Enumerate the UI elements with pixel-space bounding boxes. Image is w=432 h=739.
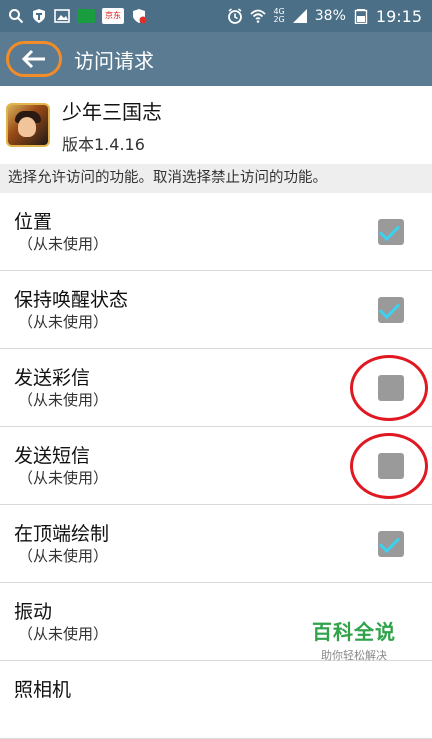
permission-row-keep-awake[interactable]: 保持唤醒状态 （从未使用） <box>0 271 432 349</box>
permission-usage: （从未使用） <box>18 625 109 643</box>
wifi-icon <box>250 8 267 24</box>
watermark-title: 百科全说 <box>312 620 396 644</box>
app-version: 版本1.4.16 <box>62 134 145 154</box>
page-title: 访问请求 <box>74 48 154 73</box>
network-type-indicator: 4G 2G <box>273 8 284 24</box>
permission-usage: （从未使用） <box>18 235 109 253</box>
permission-row-send-sms[interactable]: 发送短信 （从未使用） <box>0 427 432 505</box>
back-button[interactable] <box>6 41 62 77</box>
permission-row-camera[interactable]: 照相机 <box>0 661 432 739</box>
status-system-icons: 4G 2G 38% 19:15 <box>227 7 422 26</box>
permission-title: 照相机 <box>14 679 72 701</box>
back-arrow-icon <box>21 49 45 69</box>
watermark: 百科全说 助你轻松解决 <box>312 616 396 663</box>
image-icon <box>54 8 70 24</box>
shield-icon <box>31 8 47 24</box>
permission-usage: （从未使用） <box>18 469 109 487</box>
check-icon <box>378 531 401 554</box>
app-header: 少年三国志 版本1.4.16 <box>0 86 432 164</box>
battery-percent: 38% <box>314 8 346 24</box>
check-icon <box>378 297 401 320</box>
permission-title: 在顶端绘制 <box>14 523 110 545</box>
app-info: 少年三国志 版本1.4.16 <box>62 96 162 155</box>
alarm-icon <box>227 8 243 24</box>
status-bar: 京东 4G 2G 38% 19:15 <box>0 0 432 32</box>
clock-time: 19:15 <box>375 6 422 26</box>
app-name: 少年三国志 <box>62 99 162 124</box>
permission-row-send-mms[interactable]: 发送彩信 （从未使用） <box>0 349 432 427</box>
permission-title: 振动 <box>14 601 53 623</box>
draw-on-top-checkbox[interactable] <box>378 531 404 557</box>
permission-usage: （从未使用） <box>18 391 109 409</box>
battery-icon <box>353 8 369 24</box>
permission-title: 保持唤醒状态 <box>14 289 129 311</box>
permission-row-location[interactable]: 位置 （从未使用） <box>0 193 432 271</box>
permission-title: 位置 <box>14 211 53 233</box>
app-bar: 访问请求 <box>0 32 432 86</box>
iqiyi-app-icon <box>77 9 95 23</box>
annotation-circle <box>350 355 428 421</box>
search-icon <box>8 8 24 24</box>
permission-row-draw-on-top[interactable]: 在顶端绘制 （从未使用） <box>0 505 432 583</box>
check-icon <box>378 219 401 242</box>
permission-hint: 选择允许访问的功能。取消选择禁止访问的功能。 <box>0 164 432 193</box>
location-checkbox[interactable] <box>378 219 404 245</box>
permission-title: 发送短信 <box>14 445 91 467</box>
shield-notify-icon <box>131 8 147 24</box>
keep-awake-checkbox[interactable] <box>378 297 404 323</box>
app-icon-face <box>18 117 36 137</box>
status-notification-icons: 京东 <box>8 8 147 24</box>
game-app-icon <box>6 103 50 147</box>
permission-title: 发送彩信 <box>14 367 91 389</box>
signal-icon <box>292 8 308 24</box>
jd-app-icon: 京东 <box>102 8 124 24</box>
network-type-bottom: 2G <box>273 15 285 24</box>
annotation-circle <box>350 433 428 499</box>
permission-usage: （从未使用） <box>18 547 109 565</box>
permission-usage: （从未使用） <box>18 313 109 331</box>
watermark-subtitle: 助你轻松解决 <box>321 649 387 662</box>
